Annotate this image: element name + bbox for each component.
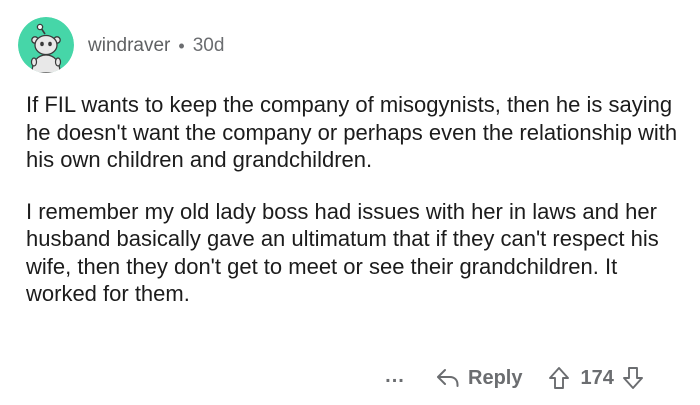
- comment-paragraph: If FIL wants to keep the company of miso…: [26, 92, 678, 172]
- upvote-arrow-icon[interactable]: [548, 366, 570, 390]
- comment-body: If FIL wants to keep the company of miso…: [26, 91, 686, 308]
- comment: windraver • 30d If FIL wants to keep the…: [0, 0, 700, 405]
- vote-count: 174: [580, 366, 614, 389]
- reply-arrow-icon: [437, 369, 459, 387]
- vote-controls: 174: [548, 366, 643, 390]
- meta-separator: •: [178, 36, 185, 56]
- reply-label: Reply: [468, 366, 523, 389]
- comment-paragraph: I remember my old lady boss had issues w…: [26, 198, 659, 307]
- comment-meta: windraver • 30d: [88, 34, 224, 58]
- avatar[interactable]: [18, 17, 74, 73]
- author-username[interactable]: windraver: [88, 34, 170, 58]
- comment-age[interactable]: 30d: [193, 34, 225, 58]
- more-options-button[interactable]: ...: [380, 366, 410, 386]
- downvote-arrow-icon[interactable]: [622, 366, 644, 390]
- comment-actions: ... Reply 174: [380, 364, 644, 392]
- reply-button[interactable]: Reply: [436, 367, 522, 390]
- snoo-avatar-icon: [18, 17, 74, 73]
